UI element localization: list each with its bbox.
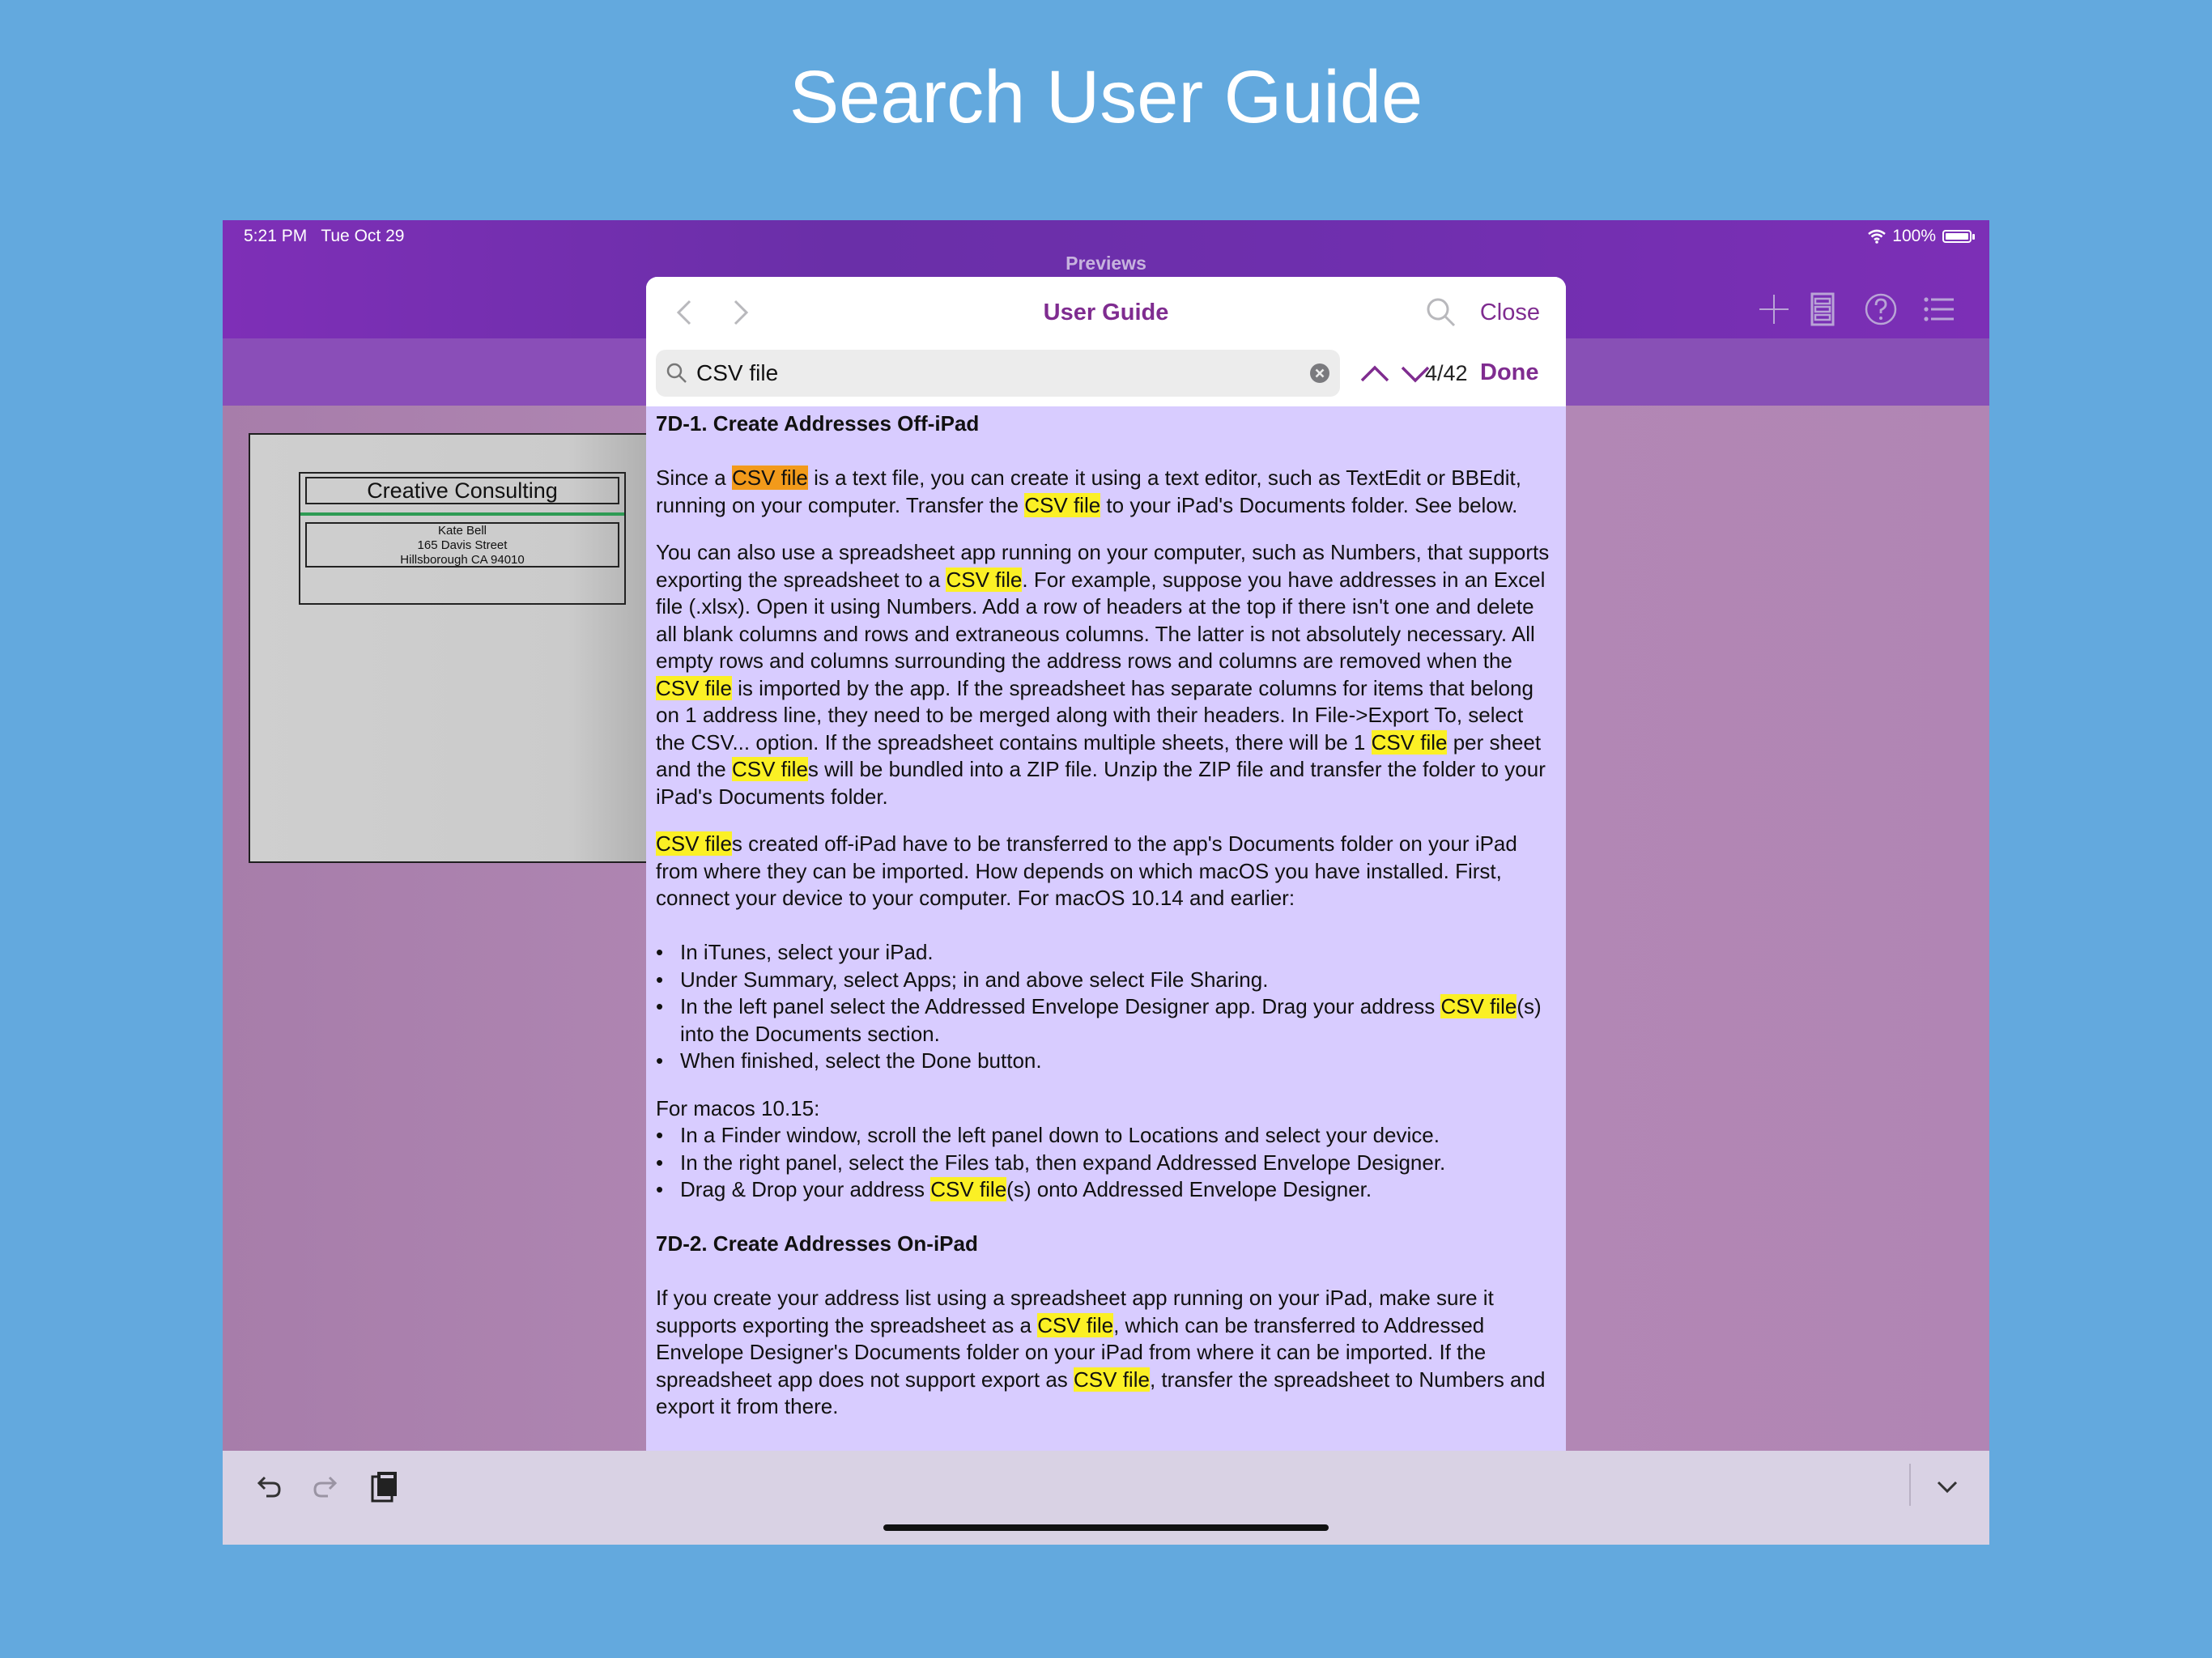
list-icon[interactable] bbox=[1921, 291, 1957, 327]
search-match: CSV file bbox=[656, 675, 732, 700]
wifi-icon bbox=[1868, 229, 1887, 244]
paragraph: Since a CSV file is a text file, you can… bbox=[656, 466, 1521, 517]
crosshair-icon[interactable] bbox=[1756, 291, 1792, 327]
envelope-company[interactable]: Creative Consulting bbox=[305, 477, 619, 504]
list-item: When finished, select the Done button. bbox=[656, 1048, 1556, 1075]
clipboard-icon[interactable] bbox=[364, 1467, 402, 1506]
paragraph: CSV files created off-iPad have to be tr… bbox=[656, 831, 1517, 910]
search-match: CSV file bbox=[1037, 1312, 1114, 1337]
list-item: In a Finder window, scroll the left pane… bbox=[656, 1122, 1556, 1150]
undo-icon[interactable] bbox=[249, 1467, 287, 1506]
envelope-address[interactable]: Kate Bell 165 Davis Street Hillsborough … bbox=[305, 522, 619, 568]
envelope-design[interactable]: Creative Consulting Kate Bell 165 Davis … bbox=[299, 472, 626, 605]
close-button[interactable]: Close bbox=[1480, 300, 1540, 326]
guide-content[interactable]: 7D-1. Create Addresses Off-iPad Since a … bbox=[646, 406, 1566, 1451]
match-count: 4/42 bbox=[1425, 361, 1468, 385]
done-button[interactable]: Done bbox=[1480, 359, 1539, 386]
battery-icon bbox=[1942, 230, 1975, 243]
ipad-screen: 5:21 PM Tue Oct 29 100% Previews Creativ… bbox=[223, 220, 1989, 1545]
chevron-down-icon[interactable] bbox=[1928, 1467, 1967, 1506]
app-title: Previews bbox=[1066, 253, 1146, 274]
status-time: 5:21 PM Tue Oct 29 bbox=[244, 227, 405, 245]
search-match: CSV file bbox=[946, 567, 1023, 592]
paragraph: For macos 10.15: bbox=[656, 1095, 820, 1120]
search-icon[interactable] bbox=[1422, 293, 1461, 332]
search-input[interactable] bbox=[696, 350, 1295, 397]
bullet-list: In a Finder window, scroll the left pane… bbox=[656, 1122, 1556, 1204]
envelope-preview[interactable]: Creative Consulting Kate Bell 165 Davis … bbox=[249, 433, 650, 863]
search-match: CSV file bbox=[930, 1177, 1007, 1201]
page-headline: Search User Guide bbox=[789, 56, 1423, 138]
battery-percent: 100% bbox=[1892, 227, 1936, 245]
section-heading: 7D-2. Create Addresses On-iPad bbox=[656, 1231, 978, 1256]
list-item: In iTunes, select your iPad. bbox=[656, 939, 1556, 967]
search-match: CSV file bbox=[731, 757, 808, 781]
envelope-divider bbox=[300, 512, 624, 516]
home-indicator bbox=[883, 1524, 1329, 1531]
search-match: CSV file bbox=[1024, 492, 1101, 517]
search-match: CSV file bbox=[1074, 1367, 1150, 1392]
redo-icon[interactable] bbox=[307, 1467, 346, 1506]
clear-search-icon[interactable] bbox=[1309, 363, 1330, 384]
current-match: CSV file bbox=[731, 466, 808, 490]
cabinet-icon[interactable] bbox=[1805, 291, 1840, 327]
search-match: CSV file bbox=[656, 831, 732, 856]
guide-header: User Guide Close bbox=[646, 277, 1566, 348]
list-item: In the left panel select the Addressed E… bbox=[656, 993, 1556, 1048]
previous-match-icon[interactable] bbox=[1359, 358, 1391, 390]
bullet-list: In iTunes, select your iPad. Under Summa… bbox=[656, 939, 1556, 1075]
search-field[interactable] bbox=[656, 350, 1340, 397]
list-item: In the right panel, select the Files tab… bbox=[656, 1150, 1556, 1177]
status-indicators: 100% bbox=[1868, 227, 1975, 246]
search-match: CSV file bbox=[1440, 994, 1517, 1018]
toolbar-divider bbox=[1909, 1464, 1911, 1506]
search-row: 4/42 Done bbox=[646, 348, 1566, 406]
address-name: Kate Bell bbox=[437, 524, 487, 538]
search-match: CSV file bbox=[1371, 729, 1448, 755]
help-icon[interactable] bbox=[1863, 291, 1899, 327]
bottom-toolbar bbox=[223, 1451, 1989, 1545]
address-street: 165 Davis Street bbox=[417, 538, 508, 552]
search-field-icon bbox=[666, 363, 687, 383]
paragraph: If you create your address list using a … bbox=[656, 1286, 1546, 1418]
user-guide-popover: User Guide Close CSV file 4/42 Done 7D-1… bbox=[646, 277, 1566, 1451]
section-heading: 7D-1. Create Addresses Off-iPad bbox=[656, 411, 980, 436]
list-item: Under Summary, select Apps; in and above… bbox=[656, 967, 1556, 994]
list-item: Drag & Drop your address CSV file(s) ont… bbox=[656, 1176, 1556, 1204]
address-city: Hillsborough CA 94010 bbox=[400, 553, 525, 567]
paragraph: You can also use a spreadsheet app runni… bbox=[656, 540, 1550, 809]
